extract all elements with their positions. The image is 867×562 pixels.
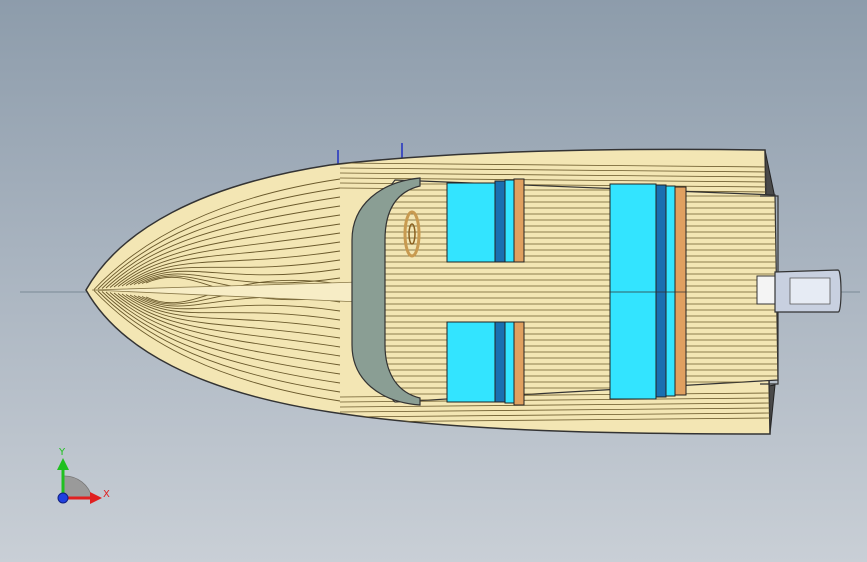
triad-z-origin bbox=[57, 492, 69, 504]
cockpit-deck[interactable] bbox=[377, 179, 779, 403]
rear-bench-seat[interactable] bbox=[609, 183, 687, 400]
coordinate-triad[interactable]: Y X bbox=[57, 447, 110, 504]
cad-viewport[interactable]: Y X bbox=[0, 0, 867, 562]
triad-x-label: X bbox=[103, 489, 110, 500]
triad-x-arrow bbox=[90, 492, 102, 504]
triad-y-arrow bbox=[57, 458, 69, 470]
boat-model-view[interactable]: Y X bbox=[0, 0, 867, 562]
front-seat-left[interactable] bbox=[446, 178, 525, 263]
triad-rotation-arc bbox=[63, 475, 93, 499]
front-seat-right[interactable] bbox=[446, 321, 525, 406]
triad-y-label: Y bbox=[58, 447, 66, 458]
